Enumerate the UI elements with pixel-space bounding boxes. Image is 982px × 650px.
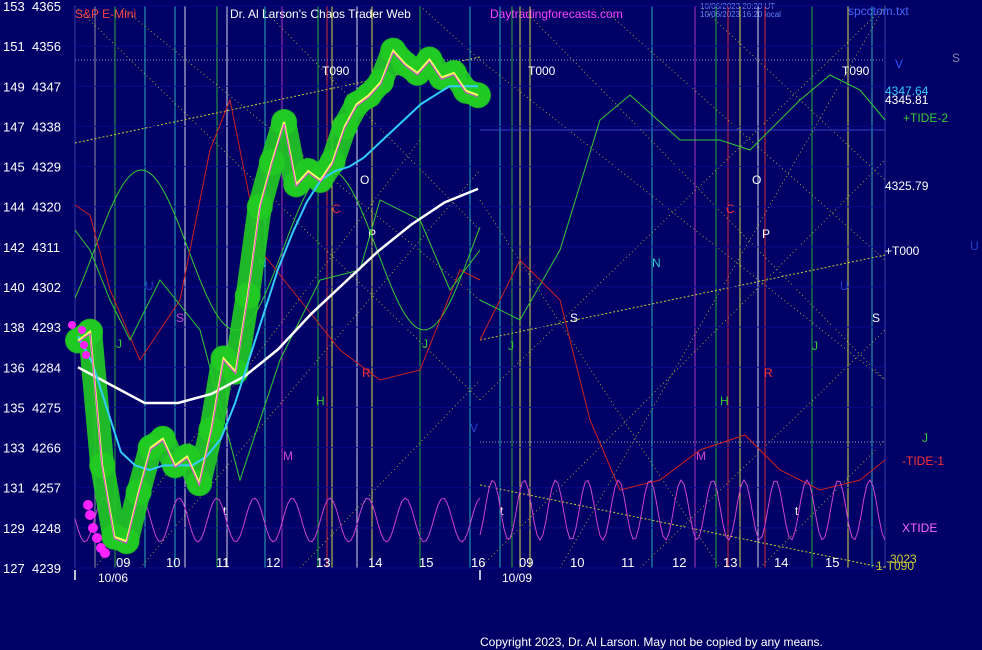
marker-t000: T000 [528,64,556,78]
y-tick-right: 4257 [32,481,61,496]
xtide-label: XTIDE [902,521,937,535]
y-tick-left: 135 [3,400,25,415]
x-tick-label: 14 [368,555,382,570]
tide2-label: +TIDE-2 [903,111,948,125]
cycle-letter: C [332,202,341,216]
marker-t090-left: T090 [322,64,350,78]
cycle-letter: V [470,421,478,435]
cycle-letter: J [812,339,818,353]
cycle-letter: U [145,279,154,293]
y-tick-left: 129 [3,521,25,536]
y-tick-left: 145 [3,160,25,175]
x-tick-label: 13 [316,555,330,570]
u-label: U [970,239,979,253]
cycle-letter: N [652,256,661,270]
low-point [100,548,110,558]
y-tick-left: 131 [3,481,25,496]
y-tick-left: 151 [3,39,25,54]
y-tick-left: 144 [3,200,25,215]
low-point [85,510,95,520]
x-tick-label: 11 [621,555,635,570]
y-tick-right: 4329 [32,160,61,175]
y-tick-right: 4311 [32,240,60,255]
y-tick-left: 142 [3,240,25,255]
bottom-label: 1-T090 [876,559,914,573]
cycle-letter: O [752,173,761,187]
cycle-letter: J [422,337,428,351]
right-value-2: 4345.81 [885,93,929,107]
y-tick-right: 4239 [32,561,61,576]
y-tick-left: 138 [3,320,25,335]
cycle-letter: J [508,339,514,353]
tide1-label: -TIDE-1 [902,454,944,468]
y-tick-right: 4338 [32,119,61,134]
y-tick-right: 4248 [32,521,61,536]
y-tick-left: 149 [3,79,25,94]
x-tick-label: 11 [216,555,230,570]
y-tick-left: 127 [3,561,25,576]
y-tick-left: 140 [3,280,25,295]
cycle-letter: S [570,311,578,325]
symbol-label: S&P E-Mini [75,7,136,21]
cycle-letter: M [283,449,293,463]
x-tick-label: 15 [419,555,433,570]
x-tick-label: 13 [723,555,737,570]
x-tick-label: 12 [266,555,280,570]
y-tick-right: 4293 [32,320,61,335]
y-tick-right: 4356 [32,39,61,54]
y-tick-left: 133 [3,441,25,456]
date-right: 10/09 [502,571,532,585]
chaos-chart: S&P E-Mini Dr. Al Larson's Chaos Trader … [0,0,982,650]
cycle-letter: H [720,394,729,408]
copyright-notice: Copyright 2023, Dr. Al Larson. May not b… [480,635,823,649]
y-tick-right: 4284 [32,360,61,375]
cycle-letter: H [316,394,325,408]
y-tick-left: 136 [3,360,25,375]
y-tick-left: 153 [3,0,25,14]
cycle-letter: P [762,227,770,241]
y-tick-right: 4302 [32,280,61,295]
y-tick-right: 4266 [32,441,61,456]
j-label: J [922,431,928,445]
x-tick-label: 09 [116,555,130,570]
y-tick-right: 4275 [32,400,61,415]
marker-t090-right: T090 [842,64,870,78]
v-label: V [895,57,903,71]
low-point [83,500,93,510]
x-tick-label: 14 [774,555,788,570]
cycle-letter: M [696,449,706,463]
x-tick-label: 15 [825,555,839,570]
cycle-letter: J [116,337,122,351]
open-point [80,341,88,349]
s-label: S [952,51,960,65]
y-tick-left: 147 [3,119,25,134]
cycle-letter: U [840,279,849,293]
x-tick-label: 10 [166,555,180,570]
open-point [68,321,76,329]
x-tick-label: 09 [519,555,533,570]
open-point [78,326,86,334]
t000-label: +T000 [885,244,920,258]
right-value-3: 4325.79 [885,179,929,193]
cycle-letter: S [176,311,184,325]
y-tick-right: 4347 [32,79,61,94]
cycle-letter: C [726,202,735,216]
y-tick-right: 4365 [32,0,61,14]
x-tick-label: 12 [672,555,686,570]
date-left: 10/06 [98,571,128,585]
low-point [88,523,98,533]
chart-title: Dr. Al Larson's Chaos Trader Web [230,7,411,21]
cycle-letter: O [360,173,369,187]
x-tick-label: 10 [570,555,584,570]
y-tick-right: 4320 [32,200,61,215]
x-tick-label: 16 [471,555,485,570]
open-point [82,351,90,359]
low-point [92,533,102,543]
cycle-letter: S [872,311,880,325]
cycle-letter: R [764,366,773,380]
